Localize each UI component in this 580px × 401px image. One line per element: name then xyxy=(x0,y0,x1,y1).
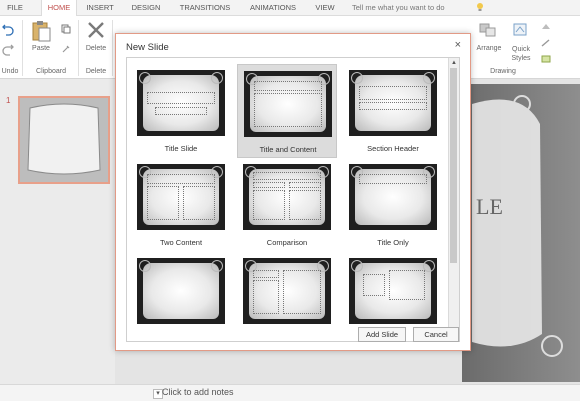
ribbon-separator xyxy=(112,20,113,76)
layout-section-header[interactable]: Section Header xyxy=(343,64,443,158)
dialog-title: New Slide xyxy=(126,42,169,53)
shape-fill-icon[interactable] xyxy=(540,22,552,32)
undo-group-label: Undo xyxy=(1,68,19,75)
lightbulb-icon xyxy=(477,3,483,11)
tab-home[interactable]: HOME xyxy=(41,0,77,16)
delete-button-label[interactable]: Delete xyxy=(82,45,110,52)
layout-title-and-content[interactable]: Title and Content xyxy=(237,64,337,158)
layout-preview xyxy=(137,258,225,324)
layout-preview xyxy=(244,71,332,137)
undo-icon[interactable] xyxy=(2,24,14,36)
tab-design[interactable]: DESIGN xyxy=(126,0,166,15)
arrange-icon[interactable] xyxy=(478,22,498,38)
svg-text:LE: LE xyxy=(476,194,503,219)
new-slide-dialog: New Slide × Title Slide Title and Conten… xyxy=(115,33,471,351)
slide-thumbnail[interactable] xyxy=(18,96,110,184)
arrange-button-label[interactable]: Arrange xyxy=(472,45,506,52)
layout-name: Section Header xyxy=(367,144,419,153)
notes-pane[interactable]: ▾ Click to add notes xyxy=(0,384,580,401)
shape-effects-icon[interactable] xyxy=(540,54,552,64)
format-painter-icon[interactable] xyxy=(61,44,71,54)
copy-icon[interactable] xyxy=(61,24,71,34)
slide-thumbnail-art xyxy=(20,98,108,182)
layout-preview xyxy=(137,70,225,136)
layout-preview xyxy=(349,164,437,230)
layout-name: Two Content xyxy=(159,238,203,247)
delete-group-label: Delete xyxy=(85,68,107,75)
clipboard-group-label: Clipboard xyxy=(36,68,66,75)
tab-transitions[interactable]: TRANSITIONS xyxy=(174,0,236,15)
layout-preview xyxy=(349,258,437,324)
layout-preview xyxy=(349,70,437,136)
delete-icon[interactable] xyxy=(86,20,106,40)
layout-name: Comparison xyxy=(266,238,308,247)
layout-preview xyxy=(243,258,331,324)
quick-styles-button-label[interactable]: Quick Styles xyxy=(505,45,537,63)
gallery-scrollbar[interactable]: ▲ ▼ xyxy=(448,58,459,341)
ribbon-separator xyxy=(22,20,23,76)
quick-styles-icon[interactable] xyxy=(512,22,530,38)
close-icon[interactable]: × xyxy=(455,39,461,51)
tab-insert[interactable]: INSERT xyxy=(81,0,119,15)
layout-name: Title Slide xyxy=(164,144,198,153)
slide-canvas[interactable]: LE xyxy=(462,84,580,382)
layout-blank[interactable] xyxy=(131,252,231,341)
cancel-button[interactable]: Cancel xyxy=(413,327,459,342)
layout-two-content[interactable]: Two Content xyxy=(131,158,231,252)
slide-number: 1 xyxy=(6,96,11,105)
scrollbar-thumb[interactable] xyxy=(450,68,457,263)
ribbon-tabbar: FILE HOME INSERT DESIGN TRANSITIONS ANIM… xyxy=(0,0,580,16)
layout-content-with-caption[interactable] xyxy=(237,252,337,341)
scroll-up-icon[interactable]: ▲ xyxy=(449,58,459,68)
layout-name: Title and Content xyxy=(259,145,317,154)
notes-placeholder[interactable]: Click to add notes xyxy=(162,387,234,397)
shape-outline-icon[interactable] xyxy=(540,38,552,48)
layout-gallery[interactable]: Title Slide Title and Content Section He… xyxy=(126,57,460,342)
redo-icon[interactable] xyxy=(2,44,14,56)
tab-animations[interactable]: ANIMATIONS xyxy=(243,0,303,15)
layout-title-only[interactable]: Title Only xyxy=(343,158,443,252)
drawing-group-label: Drawing xyxy=(490,68,516,75)
tell-me-search[interactable]: Tell me what you want to do xyxy=(352,0,482,15)
layout-preview xyxy=(243,164,331,230)
add-slide-button[interactable]: Add Slide xyxy=(358,327,406,342)
paste-button-label[interactable]: Paste xyxy=(28,45,54,52)
layout-name: Title Only xyxy=(377,238,409,247)
layout-preview xyxy=(137,164,225,230)
layout-title-slide[interactable]: Title Slide xyxy=(131,64,231,158)
ribbon-separator xyxy=(78,20,79,76)
tab-view[interactable]: VIEW xyxy=(311,0,339,15)
layout-comparison[interactable]: Comparison xyxy=(237,158,337,252)
paste-icon[interactable] xyxy=(30,20,52,42)
tab-file[interactable]: FILE xyxy=(2,0,28,15)
slide-decor: LE xyxy=(472,95,563,357)
